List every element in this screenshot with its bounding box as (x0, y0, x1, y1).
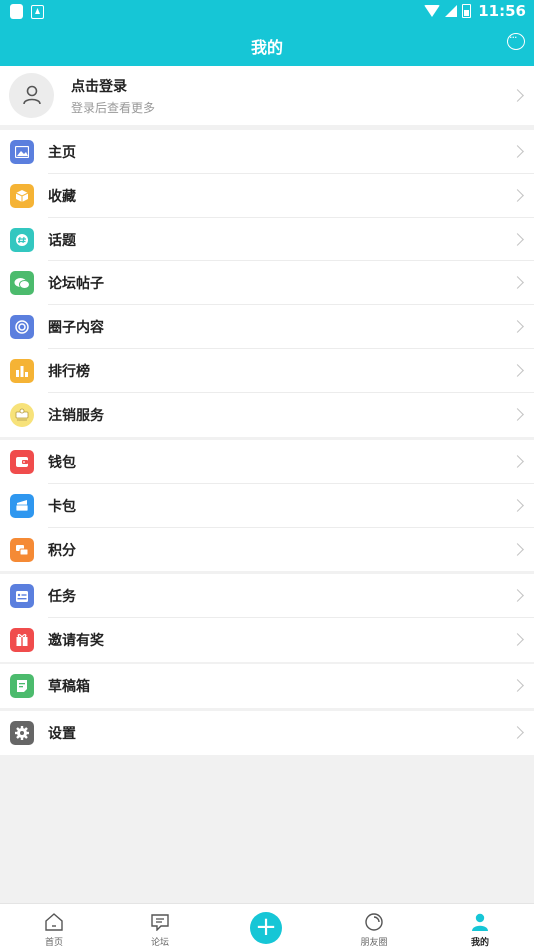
chat-bubble-icon[interactable] (507, 31, 525, 50)
menu-item-label: 圈子内容 (48, 320, 104, 337)
menu-item-label: 草稿箱 (48, 679, 90, 695)
chevron-right-icon (511, 498, 524, 512)
chevron-right-icon (511, 188, 524, 202)
menu-item-favorites[interactable]: 收藏 (0, 174, 534, 218)
chevron-right-icon (511, 589, 524, 602)
menu-item-circle-content[interactable]: 圈子内容 (0, 305, 534, 349)
notification-icon (10, 4, 23, 19)
menu-item-tasks[interactable]: 任务 (0, 574, 534, 618)
plus-icon[interactable]: + (250, 912, 282, 944)
page-title: 我的 (250, 38, 283, 57)
clock: 11:56 (478, 2, 526, 20)
circle-icon (10, 315, 34, 340)
tab-label: 朋友圈 (360, 938, 388, 948)
avatar[interactable] (9, 73, 54, 118)
menu-item-label: 卡包 (48, 498, 76, 515)
wifi-icon (424, 5, 441, 17)
image-icon (10, 140, 34, 164)
menu-item-invite-rewards[interactable]: 邀请有奖 (0, 618, 534, 662)
menu-item-label: 话题 (48, 232, 76, 249)
tab-label: 论坛 (150, 938, 169, 948)
tab-label: 我的 (470, 938, 489, 948)
person-icon (23, 85, 41, 105)
task-icon (10, 584, 34, 608)
tab-profile[interactable]: 我的 (440, 904, 520, 951)
tab-label: 首页 (44, 938, 63, 948)
wallet-icon (10, 450, 34, 474)
menu-item-points[interactable]: 积分 (0, 528, 534, 572)
menu-group-content: 主页 收藏 话题 论坛帖子 圈子内容 排行榜 注销服务 (0, 130, 534, 437)
menu-item-label: 设置 (48, 726, 76, 742)
menu-item-wallet[interactable]: 钱包 (0, 440, 534, 484)
chevron-right-icon (511, 364, 524, 377)
gear-icon (10, 721, 34, 745)
battery-icon (462, 4, 472, 18)
service-icon (10, 402, 34, 427)
chevron-right-icon (511, 276, 524, 290)
menu-item-label: 论坛帖子 (48, 276, 104, 293)
login-title[interactable]: 点击登录 (71, 76, 127, 96)
chevron-right-icon (511, 632, 524, 646)
profile-icon (472, 913, 488, 931)
menu-item-label: 钱包 (48, 455, 76, 471)
tab-moments[interactable]: 朋友圈 (334, 904, 414, 951)
chevron-right-icon (511, 145, 524, 158)
menu-group-tasks: 任务 邀请有奖 (0, 574, 534, 662)
menu-item-label: 积分 (48, 542, 76, 559)
menu-group-drafts: 草稿箱 (0, 664, 534, 708)
menu-item-label: 任务 (48, 589, 76, 605)
menu-item-settings[interactable]: 设置 (0, 711, 534, 755)
coins-icon (10, 537, 34, 562)
menu-item-topics[interactable]: 话题 (0, 218, 534, 262)
login-card[interactable]: 点击登录 登录后查看更多 (0, 66, 534, 125)
chevron-right-icon (511, 726, 524, 739)
menu-item-label: 收藏 (48, 188, 76, 205)
login-subtitle: 登录后查看更多 (71, 101, 156, 115)
chevron-right-icon (511, 320, 524, 334)
menu-item-forum-posts[interactable]: 论坛帖子 (0, 261, 534, 306)
chevron-right-icon (511, 679, 524, 692)
app-notification-icon (31, 5, 44, 19)
home-icon (45, 913, 63, 931)
bottom-tab-bar: 首页 论坛 + 朋友圈 我的 (0, 903, 534, 951)
chevron-right-icon (511, 89, 524, 102)
moments-icon (365, 913, 383, 931)
menu-item-leaderboard[interactable]: 排行榜 (0, 349, 534, 393)
tab-forum[interactable]: 论坛 (120, 904, 200, 951)
hashtag-icon (10, 227, 34, 252)
status-bar: 11:56 (0, 0, 534, 24)
tab-home[interactable]: 首页 (14, 904, 94, 951)
menu-item-drafts[interactable]: 草稿箱 (0, 664, 534, 708)
menu-item-label: 邀请有奖 (48, 632, 104, 649)
menu-item-card-wallet[interactable]: 卡包 (0, 484, 534, 528)
title-bar: 我的 (0, 24, 534, 66)
signal-icon (445, 5, 458, 17)
bar-chart-icon (10, 358, 34, 383)
menu-item-label: 排行榜 (48, 363, 90, 380)
chevron-right-icon (511, 407, 524, 421)
menu-item-home[interactable]: 主页 (0, 130, 534, 174)
chat-icon (10, 271, 34, 296)
forum-icon (151, 914, 169, 931)
box-icon (10, 183, 34, 208)
menu-item-deactivate-service[interactable]: 注销服务 (0, 393, 534, 437)
menu-item-label: 注销服务 (48, 407, 104, 424)
chevron-right-icon (511, 455, 524, 468)
menu-group-settings: 设置 (0, 711, 534, 755)
menu-item-label: 主页 (48, 145, 76, 161)
gift-icon (10, 627, 34, 652)
chevron-right-icon (511, 232, 524, 246)
menu-group-finance: 钱包 卡包 积分 (0, 440, 534, 572)
chevron-right-icon (511, 542, 524, 556)
card-icon (10, 493, 34, 518)
draft-icon (10, 674, 34, 698)
